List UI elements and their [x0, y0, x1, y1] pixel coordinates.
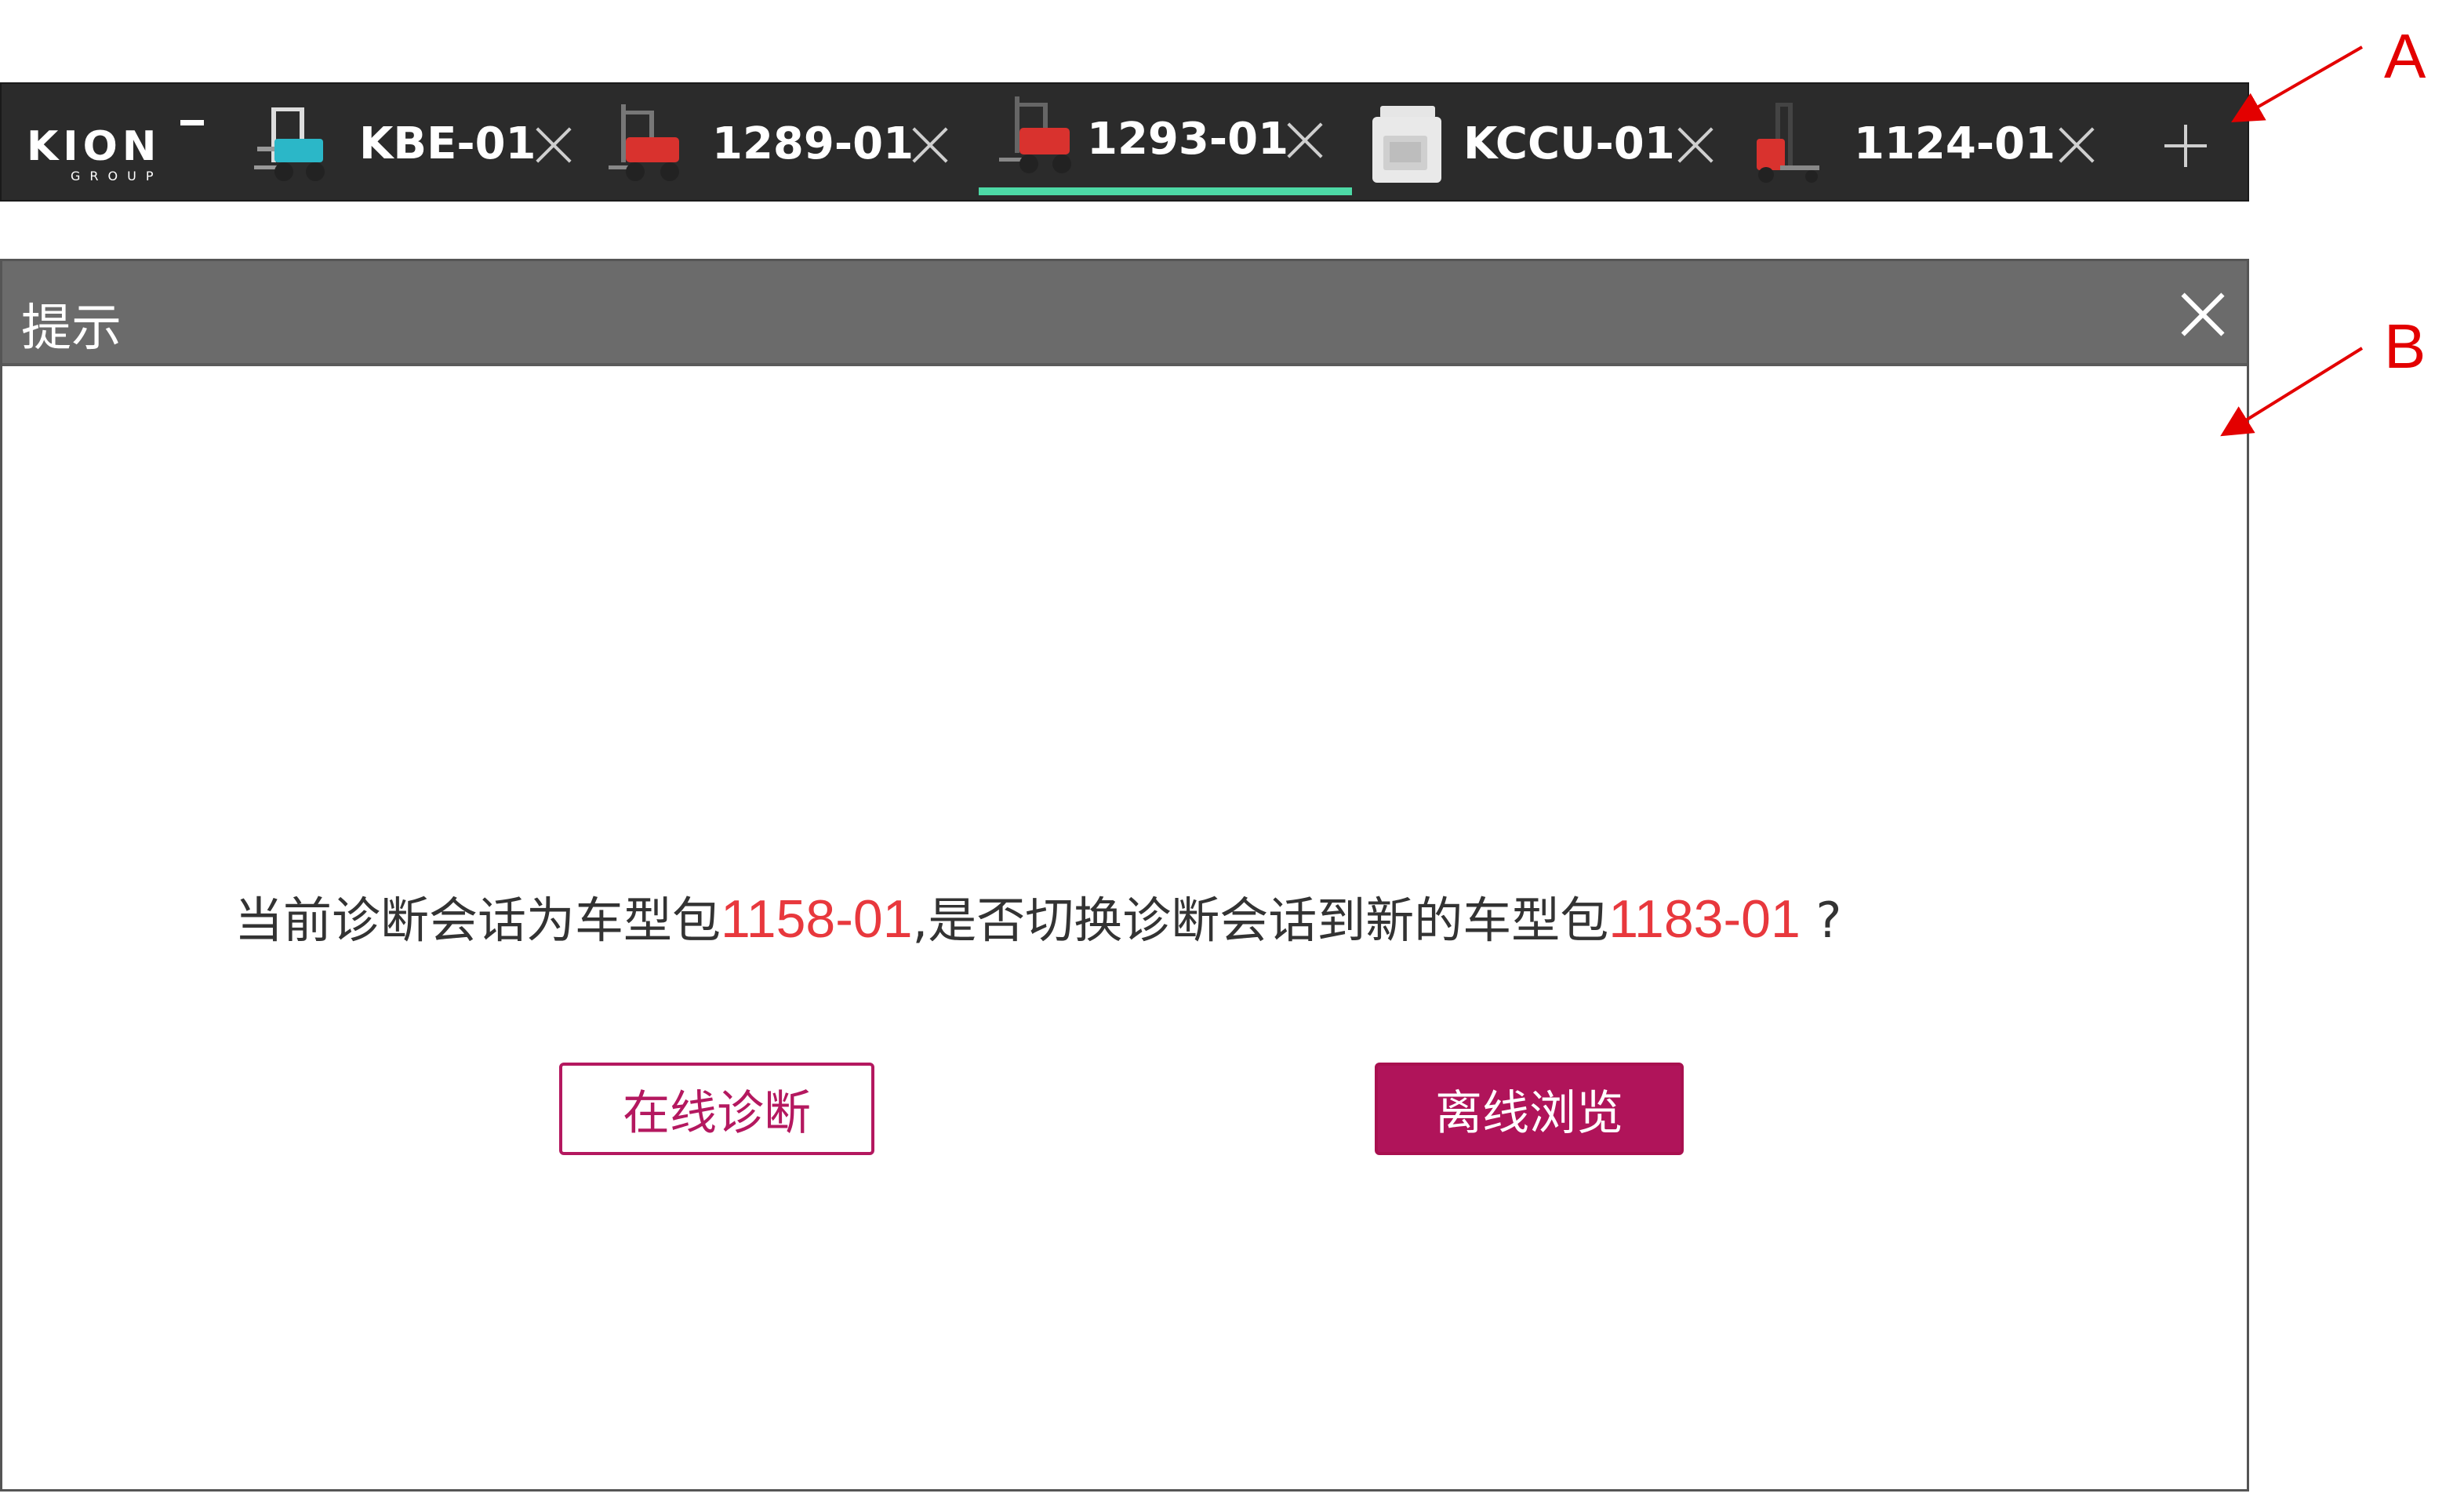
- annotation-label-a: A: [2384, 21, 2426, 91]
- annotation-arrow-b: [2220, 347, 2364, 437]
- annotation-arrows: [2220, 45, 2364, 437]
- annotation-label-b: B: [2384, 311, 2426, 381]
- annotation-arrow-a: [2231, 45, 2363, 122]
